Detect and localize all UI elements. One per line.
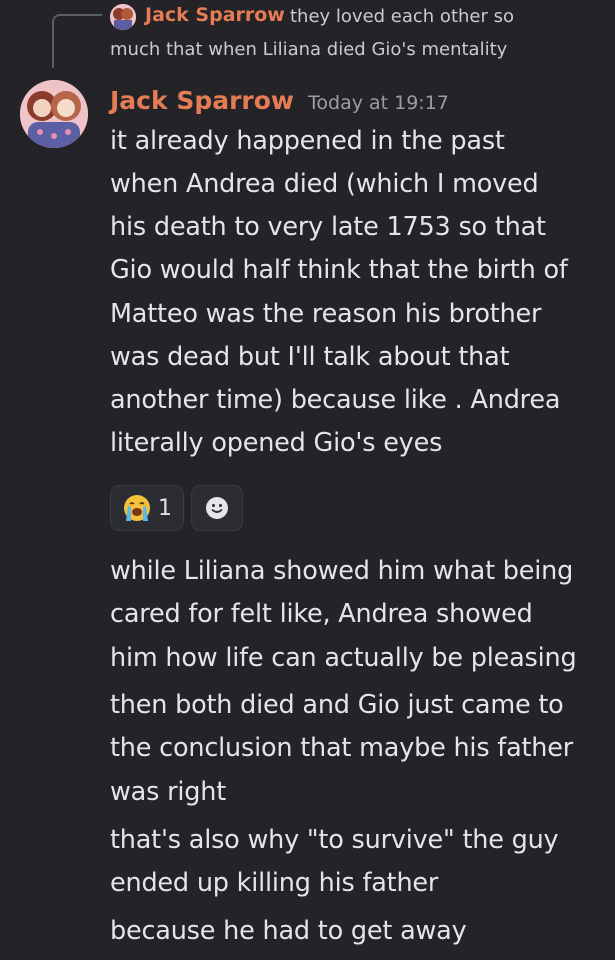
reaction-count: 1 (158, 495, 172, 521)
message-line: another time) because like . Andrea (110, 385, 561, 415)
message-author-name[interactable]: Jack Sparrow (110, 86, 294, 115)
message-line: his death to very late 1753 so that (110, 212, 546, 242)
message-line: him how life can actually be pleasing (110, 643, 577, 673)
add-reaction-icon (206, 497, 228, 519)
message-line: it already happened in the past (110, 126, 505, 156)
reply-snippet-continued[interactable]: much that when Liliana died Gio's mental… (110, 39, 507, 60)
reply-thread-line (52, 14, 102, 68)
message-line: because he had to get away (110, 916, 467, 946)
message-line: the conclusion that maybe his father (110, 733, 574, 763)
reaction-crying-button[interactable]: 1 (110, 485, 184, 531)
message-line: while Liliana showed him what being (110, 556, 574, 586)
message-line: cared for felt like, Andrea showed (110, 599, 533, 629)
message-line: was dead but I'll talk about that (110, 342, 510, 372)
message-line: Gio would half think that the birth of (110, 255, 568, 285)
loudly-crying-face-icon (124, 495, 150, 521)
reply-avatar-image (110, 4, 136, 30)
reply-author-name[interactable]: Jack Sparrow (145, 4, 285, 26)
add-reaction-button[interactable] (191, 485, 243, 531)
message-line: Matteo was the reason his brother (110, 299, 542, 329)
author-avatar-image (20, 80, 88, 148)
reply-avatar[interactable] (110, 4, 136, 30)
reply-snippet[interactable]: they loved each other so (290, 6, 514, 27)
message-timestamp[interactable]: Today at 19:17 (308, 92, 449, 114)
message-line: then both died and Gio just came to (110, 690, 564, 720)
message-line: ended up killing his father (110, 868, 439, 898)
message-line: when Andrea died (which I moved (110, 169, 539, 199)
message-line: was right (110, 777, 226, 807)
message-line: that's also why "to survive" the guy (110, 825, 559, 855)
message-line: literally opened Gio's eyes (110, 428, 443, 458)
author-avatar[interactable] (20, 80, 88, 148)
